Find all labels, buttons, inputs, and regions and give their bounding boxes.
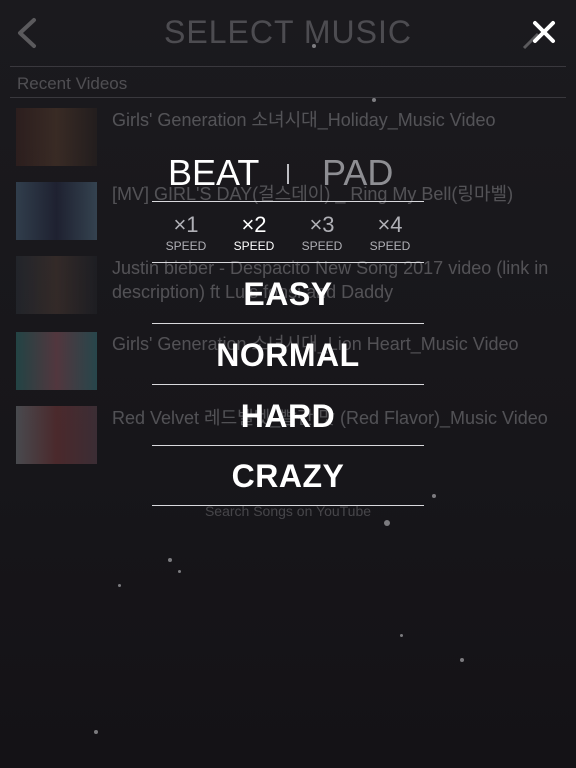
speed-multiplier: ×1 <box>173 212 199 237</box>
sparkle <box>432 494 436 498</box>
divider <box>152 505 424 506</box>
divider <box>152 201 424 202</box>
sparkle <box>400 634 403 637</box>
tab-pad[interactable]: PAD <box>322 152 393 194</box>
sparkle <box>460 658 464 662</box>
difficulty-easy-button[interactable]: EASY <box>152 276 424 313</box>
speed-multiplier: ×4 <box>377 212 403 237</box>
tab-beat[interactable]: BEAT <box>168 152 259 194</box>
divider <box>152 262 424 263</box>
video-title: Girls' Generation 소녀시대_Holiday_Music Vid… <box>112 110 496 130</box>
sparkle <box>94 730 98 734</box>
video-thumbnail <box>16 108 97 166</box>
sparkle <box>312 44 316 48</box>
sparkle <box>118 584 121 587</box>
video-thumbnail <box>16 256 97 314</box>
video-thumbnail <box>16 332 97 390</box>
header-divider <box>10 66 566 67</box>
speed-label: SPEED <box>369 239 411 253</box>
page-title: SELECT MUSIC <box>164 14 412 50</box>
section-label: Recent Videos <box>17 74 128 93</box>
sparkle <box>384 520 390 526</box>
speed-label: SPEED <box>165 239 207 253</box>
speed-option-1[interactable]: ×1 SPEED <box>152 212 220 254</box>
speed-label: SPEED <box>233 239 275 253</box>
section-divider <box>10 97 566 98</box>
speed-label: SPEED <box>301 239 343 253</box>
speed-option-3[interactable]: ×3 SPEED <box>288 212 356 254</box>
speed-multiplier: ×2 <box>241 212 267 237</box>
divider <box>152 445 424 446</box>
divider <box>152 384 424 385</box>
difficulty-normal-button[interactable]: NORMAL <box>152 337 424 374</box>
difficulty-hard-button[interactable]: HARD <box>152 398 424 435</box>
tab-separator <box>287 164 289 184</box>
speed-multiplier: ×3 <box>309 212 335 237</box>
difficulty-crazy-button[interactable]: CRAZY <box>152 458 424 495</box>
video-thumbnail <box>16 406 97 464</box>
speed-option-4[interactable]: ×4 SPEED <box>356 212 424 254</box>
video-thumbnail <box>16 182 97 240</box>
sparkle <box>178 570 181 573</box>
speed-option-2[interactable]: ×2 SPEED <box>220 212 288 254</box>
sparkle <box>372 98 376 102</box>
sparkle <box>168 558 172 562</box>
close-icon[interactable] <box>530 18 558 46</box>
divider <box>152 323 424 324</box>
mode-tabs: BEAT PAD <box>152 152 424 200</box>
